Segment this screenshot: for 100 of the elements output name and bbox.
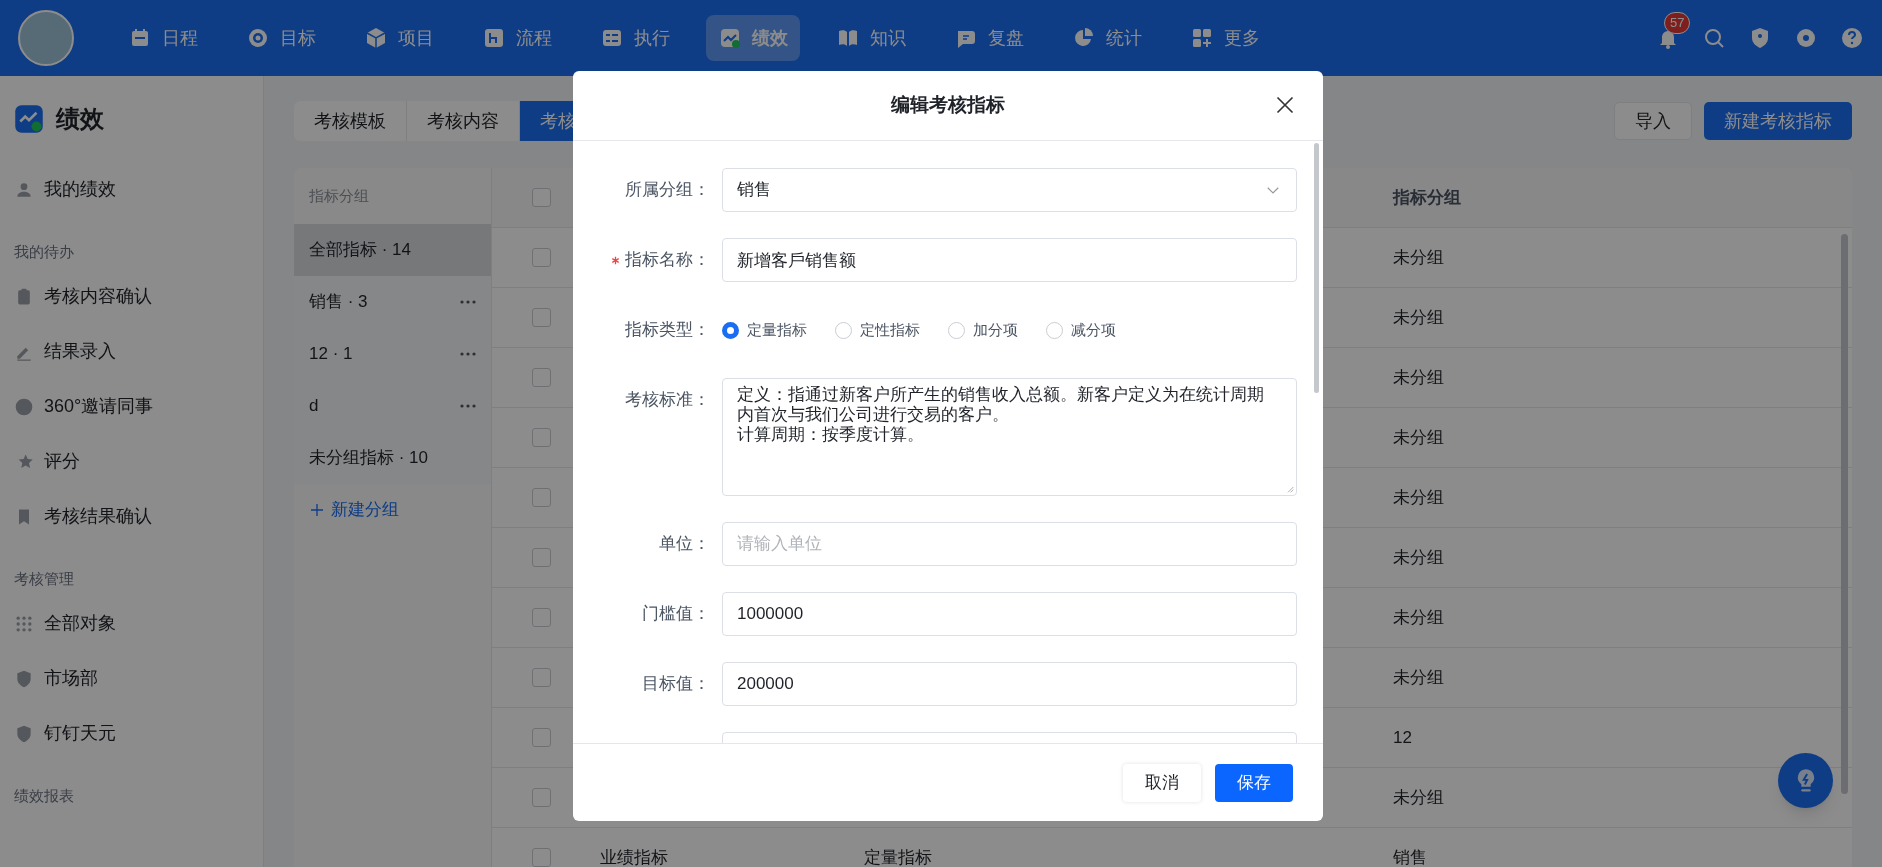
chart-icon xyxy=(14,104,44,134)
table-cell: 未分组 xyxy=(1393,607,1444,627)
table-cell: 销售 xyxy=(1393,847,1427,867)
cube-icon xyxy=(364,26,388,50)
create-button[interactable]: 新建考核指标 xyxy=(1704,102,1852,140)
radio-option[interactable]: 加分项 xyxy=(948,318,1018,342)
group-item[interactable]: 全部指标 · 14 xyxy=(294,224,491,276)
input-field[interactable]: 请输入单位 xyxy=(722,522,1297,566)
sidebar-item[interactable]: 评分 xyxy=(0,434,263,489)
input-field[interactable]: 新增客戶销售额 xyxy=(722,238,1297,282)
table-cell: 业绩指标 xyxy=(600,847,668,867)
add-group-link[interactable]: 新建分组 xyxy=(294,484,414,536)
flow-icon xyxy=(482,26,506,50)
table-cell: 12 xyxy=(1393,727,1412,747)
checkbox[interactable] xyxy=(532,548,551,567)
shield-icon xyxy=(14,668,34,689)
sidebar-item[interactable]: 全部对象 xyxy=(0,596,263,651)
sidebar-item[interactable]: 我的绩效 xyxy=(0,162,263,217)
column-header: 指标分组 xyxy=(1393,187,1461,207)
group-select[interactable]: 销售 xyxy=(722,168,1297,212)
logo-avatar[interactable] xyxy=(18,10,74,66)
chart-icon xyxy=(718,26,742,50)
field-label: 指标类型： xyxy=(625,319,710,342)
section-heading: 绩效报表 xyxy=(13,785,75,806)
checkbox[interactable] xyxy=(532,608,551,627)
field-label: 门槛值： xyxy=(642,603,710,626)
checkbox[interactable] xyxy=(532,368,551,387)
radio-option[interactable]: 减分项 xyxy=(1046,318,1116,342)
panel-heading: 指标分组 xyxy=(308,185,370,206)
sidebar-item[interactable]: 考核结果确认 xyxy=(0,489,263,544)
table-cell: 未分组 xyxy=(1393,307,1444,327)
table-cell: 未分组 xyxy=(1393,367,1444,387)
shield-icon xyxy=(14,723,34,744)
sidebar-item[interactable]: 考核内容确认 xyxy=(0,269,263,324)
textarea-field[interactable]: 定义：指通过新客户所产生的销售收入总额。新客户定义为在统计周期内首次与我们公司进行交易的客户。 计算周期：按季度计算。 xyxy=(722,378,1297,496)
field-label: 考核标准： xyxy=(625,389,710,412)
search-button[interactable] xyxy=(1702,26,1726,50)
checkbox[interactable] xyxy=(532,848,551,867)
field-label: 所属分组： xyxy=(625,179,710,202)
help-icon xyxy=(1840,26,1864,50)
import-button[interactable]: 导入 xyxy=(1614,102,1692,140)
save-button[interactable]: 保存 xyxy=(1215,763,1293,802)
help-button[interactable] xyxy=(1840,26,1864,50)
sidebar-item[interactable]: 360°邀请同事 xyxy=(0,379,263,434)
badge-icon xyxy=(14,396,34,417)
table-cell: 未分组 xyxy=(1393,487,1444,507)
checkbox[interactable] xyxy=(532,788,551,807)
target-icon xyxy=(246,26,270,50)
nav-tab[interactable]: 目标 xyxy=(234,15,328,61)
nav-tab[interactable]: 复盘 xyxy=(942,15,1036,61)
nav-tab[interactable]: 项目 xyxy=(352,15,446,61)
table-cell: 未分组 xyxy=(1393,667,1444,687)
sidebar-item[interactable]: 市场部 xyxy=(0,651,263,706)
field-label: 单位： xyxy=(659,533,710,556)
checkbox[interactable] xyxy=(532,428,551,447)
table-cell: 未分组 xyxy=(1393,247,1444,267)
nav-tab[interactable]: 流程 xyxy=(470,15,564,61)
radio-button[interactable] xyxy=(722,321,739,339)
sidebar-item[interactable]: 钉钉天元 xyxy=(0,706,263,761)
grid-icon xyxy=(1190,26,1214,50)
tab[interactable]: 考核模板 xyxy=(294,101,407,141)
nav-tab[interactable]: 知识 xyxy=(824,15,918,61)
resize-handle-icon xyxy=(1286,485,1294,493)
notification-badge: 57 xyxy=(1664,12,1691,34)
section-heading: 我的待办 xyxy=(13,241,75,262)
radio-option[interactable]: 定量指标 xyxy=(722,318,807,342)
settings-icon xyxy=(1794,26,1818,50)
radio-option[interactable]: 定性指标 xyxy=(835,318,920,342)
checkbox[interactable] xyxy=(532,248,551,267)
close-button[interactable] xyxy=(1275,95,1295,115)
scrollbar[interactable] xyxy=(1314,143,1319,393)
settings-button[interactable] xyxy=(1794,26,1818,50)
checkbox[interactable] xyxy=(532,188,551,207)
field-text: 计算周期：按季度计算。 xyxy=(737,425,925,445)
checkbox[interactable] xyxy=(532,668,551,687)
sidebar-item[interactable]: 结果录入 xyxy=(0,324,263,379)
field-text: 定义：指通过新客户所产生的销售收入总额。新客户定义为在统计周期内首次与我们公司进行交易的客户。 xyxy=(737,385,1265,425)
table-cell: 未分组 xyxy=(1393,427,1444,447)
checkbox[interactable] xyxy=(532,308,551,327)
table-cell: 定量指标 xyxy=(864,847,932,867)
input-field[interactable]: 200000 xyxy=(722,662,1297,706)
table-cell: 未分组 xyxy=(1393,787,1444,807)
nav-tab[interactable]: 统计 xyxy=(1060,15,1154,61)
plus-icon xyxy=(309,502,325,518)
scrollbar[interactable] xyxy=(1841,234,1848,794)
field-label: 目标值： xyxy=(642,673,710,696)
nav-tab[interactable]: 执行 xyxy=(588,15,682,61)
nav-tab[interactable]: 更多 xyxy=(1178,15,1272,61)
dialog-title: 编辑考核指标 xyxy=(891,93,1005,118)
checkbox[interactable] xyxy=(532,728,551,747)
nav-tab[interactable]: 日程 xyxy=(116,15,210,61)
input-field[interactable]: 1000000 xyxy=(722,592,1297,636)
field-label: 指标名称： xyxy=(625,249,710,272)
section-heading: 考核管理 xyxy=(13,568,75,589)
sidebar-title: 绩效 xyxy=(56,104,104,134)
cancel-button[interactable]: 取消 xyxy=(1123,763,1201,802)
checkbox[interactable] xyxy=(532,488,551,507)
close-icon xyxy=(1275,95,1295,115)
search-icon xyxy=(1702,26,1726,50)
table-cell: 未分组 xyxy=(1393,547,1444,567)
